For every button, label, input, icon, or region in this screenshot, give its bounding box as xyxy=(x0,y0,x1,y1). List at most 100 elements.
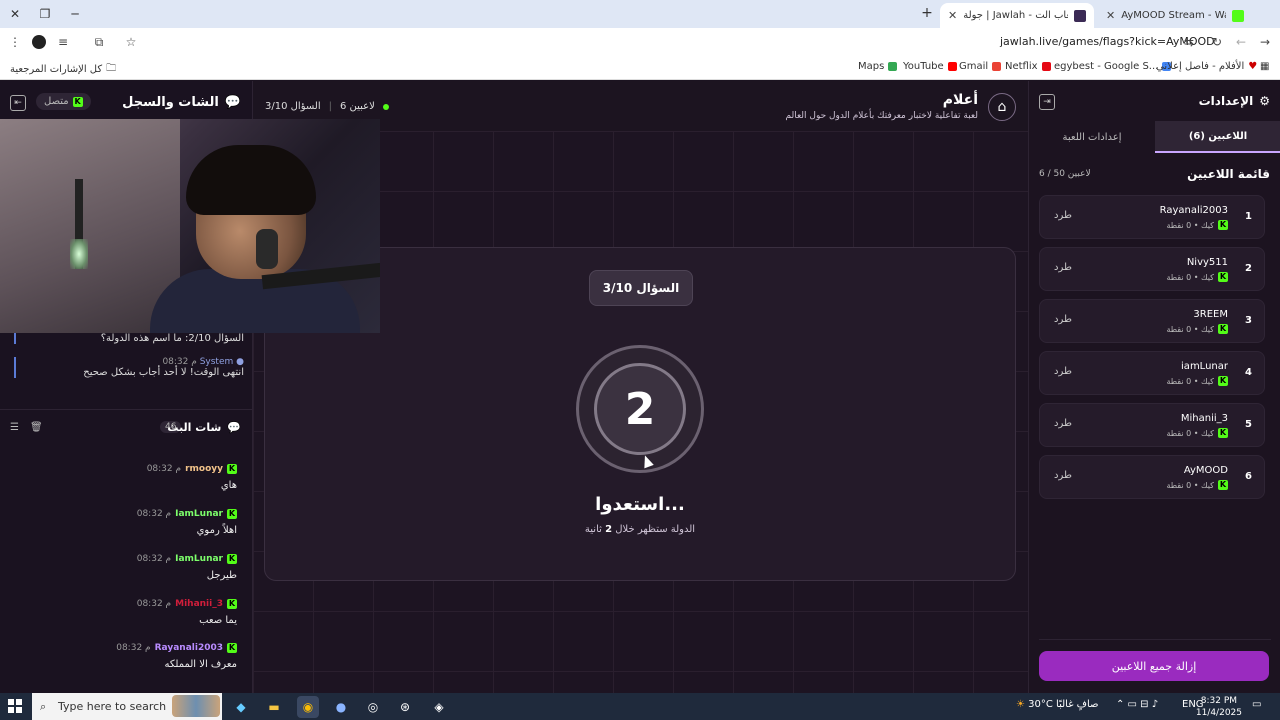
profile-avatar[interactable] xyxy=(30,33,48,51)
chat-title: الشات والسجل 💬 xyxy=(122,95,241,110)
bookmark-aflam[interactable]: الأفلام - فاصل إعلاني ♥ xyxy=(1156,61,1257,72)
discord-icon[interactable]: ● xyxy=(330,696,352,718)
windows-start-icon[interactable] xyxy=(8,699,22,713)
kick-player-button[interactable]: طرد xyxy=(1054,210,1072,221)
player-name: AyMOOD xyxy=(1183,465,1228,476)
player-meta: كيك • 0 نقطة K xyxy=(1166,428,1228,438)
message-text: طيرجل xyxy=(206,570,237,581)
search-highlight-image xyxy=(172,695,220,717)
new-tab-button[interactable]: + xyxy=(918,4,936,22)
kick-favicon-icon xyxy=(1232,9,1244,22)
chat-message-meta: 08:32 م IamLunar K xyxy=(0,554,237,564)
collapse-panel-icon[interactable]: ⇤ xyxy=(10,95,26,111)
player-row: 2 Nivy511 كيك • 0 نقطة K طرد xyxy=(1039,247,1265,291)
clock-date: 11/4/2025 xyxy=(1195,708,1242,718)
chat-title-text: الشات والسجل xyxy=(122,95,219,110)
bookmark-egybest[interactable]: egybest - Google S... xyxy=(1054,61,1172,72)
forward-icon[interactable]: ← xyxy=(1232,33,1250,51)
player-rank: 3 xyxy=(1245,315,1252,326)
menu-dots-icon[interactable]: ⋮ xyxy=(6,33,24,51)
kick-player-button[interactable]: طرد xyxy=(1054,418,1072,429)
player-row: 6 AyMOOD كيك • 0 نقطة K طرد xyxy=(1039,455,1265,499)
bookmark-youtube[interactable]: YouTube xyxy=(903,61,957,72)
ready-subtext-after: ثانية xyxy=(584,524,602,535)
clock[interactable]: 8:32 PM 11/4/2025 xyxy=(1196,695,1242,719)
tab-game-settings[interactable]: إعدادات اللعبة xyxy=(1029,121,1155,153)
player-rank: 4 xyxy=(1245,367,1252,378)
tab-kick-stream[interactable]: ✕ AyMOOD Stream - Watch Live xyxy=(1098,3,1252,28)
player-row: 1 Rayanali2003 كيك • 0 نقطة K طرد xyxy=(1039,195,1265,239)
players-online: 6 لاعبين xyxy=(339,101,375,112)
message-user[interactable]: Rayanali2003 xyxy=(155,643,223,653)
home-icon[interactable]: ⌂ xyxy=(988,93,1016,121)
restore-window-icon[interactable]: ❐ xyxy=(30,0,60,28)
kick-badge-icon: K xyxy=(1218,272,1228,282)
trash-icon[interactable]: 🗑 xyxy=(30,422,43,434)
reload-icon[interactable]: ↻ xyxy=(1208,33,1226,51)
kick-badge-icon: K xyxy=(1218,376,1228,386)
streamer-webcam xyxy=(0,119,380,333)
bookmark-netflix[interactable]: Netflix xyxy=(1005,61,1051,72)
kick-badge-icon: K xyxy=(227,643,237,653)
kick-player-button[interactable]: طرد xyxy=(1054,262,1072,273)
kick-badge-icon: K xyxy=(1218,428,1228,438)
message-user[interactable]: IamLunar xyxy=(175,509,223,519)
clock-time: 8:32 PM xyxy=(1200,696,1238,706)
collapse-panel-icon[interactable]: ⇥ xyxy=(1039,94,1055,110)
bookmark-star-icon[interactable]: ☆ xyxy=(122,33,140,51)
message-user[interactable]: Mihanii_3 xyxy=(175,599,223,609)
address-toolbar: ⋮ ≡ ⧉ ☆ jawlah.live/games/flags?kick=AyM… xyxy=(0,28,1280,56)
kick-badge-icon: K xyxy=(227,464,237,474)
question-counter: السؤال 3/10 xyxy=(265,101,321,112)
site-settings-icon[interactable]: ⇆ xyxy=(1180,33,1198,51)
chat-message-meta: 08:32 م Rayanali2003 K xyxy=(0,643,237,653)
tray-icons[interactable]: ⌃ ▭ ⊟ ♪ xyxy=(1116,699,1158,710)
player-name: Nivy511 xyxy=(1186,257,1228,268)
message-user[interactable]: rmooyy xyxy=(185,464,223,474)
tab-jawlah[interactable]: ✕ جولة | Jawlah - منصة الألعاب الت xyxy=(940,3,1094,28)
apps-grid-icon[interactable]: ▦ xyxy=(1260,61,1269,72)
file-explorer-icon[interactable]: ▬ xyxy=(263,696,285,718)
tab-players[interactable]: اللاعبين (6) xyxy=(1155,121,1280,153)
kick-player-button[interactable]: طرد xyxy=(1054,314,1072,325)
message-user[interactable]: IamLunar xyxy=(175,554,223,564)
settings-tabs: اللاعبين (6) إعدادات اللعبة xyxy=(1029,121,1280,153)
system-message-text: انتهى الوقت! لا أحد أجاب بشكل صحيح xyxy=(83,367,244,378)
system-message-text: السؤال 2/10: ما اسم هذه الدولة؟ xyxy=(100,333,244,344)
chat-header: ⇤ متصل K الشات والسجل 💬 xyxy=(0,81,253,121)
bookmark-label: egybest - Google S... xyxy=(1054,61,1159,72)
info-icon: ● xyxy=(236,357,244,367)
all-bookmarks-item[interactable]: كل الإشارات المرجعية 🗀 xyxy=(10,61,116,78)
stream-chat-header: ☰ 🗑 46 شات البث 💬 xyxy=(0,416,253,440)
close-window-icon[interactable]: ✕ xyxy=(0,0,30,28)
chrome-icon[interactable]: ◉ xyxy=(297,696,319,718)
align-icon[interactable]: ☰ xyxy=(10,422,22,434)
player-name: 3REEM xyxy=(1193,309,1228,320)
system-log: السؤال 2/10: ما اسم هذه الدولة؟ 08:32 م … xyxy=(0,333,253,409)
obs-icon[interactable]: ◎ xyxy=(362,696,384,718)
app-icon[interactable]: ⊛ xyxy=(394,696,416,718)
taskbar-search[interactable]: ⌕ Type here to search xyxy=(32,693,222,720)
close-tab-icon[interactable]: ✕ xyxy=(1106,9,1115,22)
player-meta: كيك • 0 نقطة K xyxy=(1166,480,1228,490)
capcut-icon[interactable]: ◈ xyxy=(428,696,450,718)
back-icon[interactable]: → xyxy=(1256,33,1274,51)
extensions-icon[interactable]: ⧉ xyxy=(90,33,108,51)
weather-widget[interactable]: ☀ 30°C صافٍ غالبًا xyxy=(1016,699,1099,710)
weather-text: 30°C صافٍ غالبًا xyxy=(1028,699,1099,710)
settings-panel: ⇥ الإعدادات ⚙ اللاعبين (6) إعدادات اللعب… xyxy=(1028,81,1280,693)
chat-message: 08:32 م Mihanii_3 K يما صعب xyxy=(0,599,253,639)
player-row: 5 Mihanii_3 كيك • 0 نقطة K طرد xyxy=(1039,403,1265,447)
media-control-icon[interactable]: ≡ xyxy=(54,33,72,51)
bookmark-gmail[interactable]: Gmail xyxy=(959,61,1002,72)
close-tab-icon[interactable]: ✕ xyxy=(948,9,957,22)
tab-title: جولة | Jawlah - منصة الألعاب الت xyxy=(963,10,1068,21)
notifications-icon[interactable]: ▭ xyxy=(1252,699,1261,710)
minimize-window-icon[interactable]: ─ xyxy=(60,0,90,28)
copilot-icon[interactable]: ◆ xyxy=(230,696,252,718)
bookmark-maps[interactable]: Maps xyxy=(858,61,898,72)
kick-player-button[interactable]: طرد xyxy=(1054,366,1072,377)
remove-all-players-button[interactable]: إزالة جميع اللاعبين xyxy=(1039,651,1269,681)
kick-player-button[interactable]: طرد xyxy=(1054,470,1072,481)
gear-icon: ⚙ xyxy=(1259,94,1270,108)
